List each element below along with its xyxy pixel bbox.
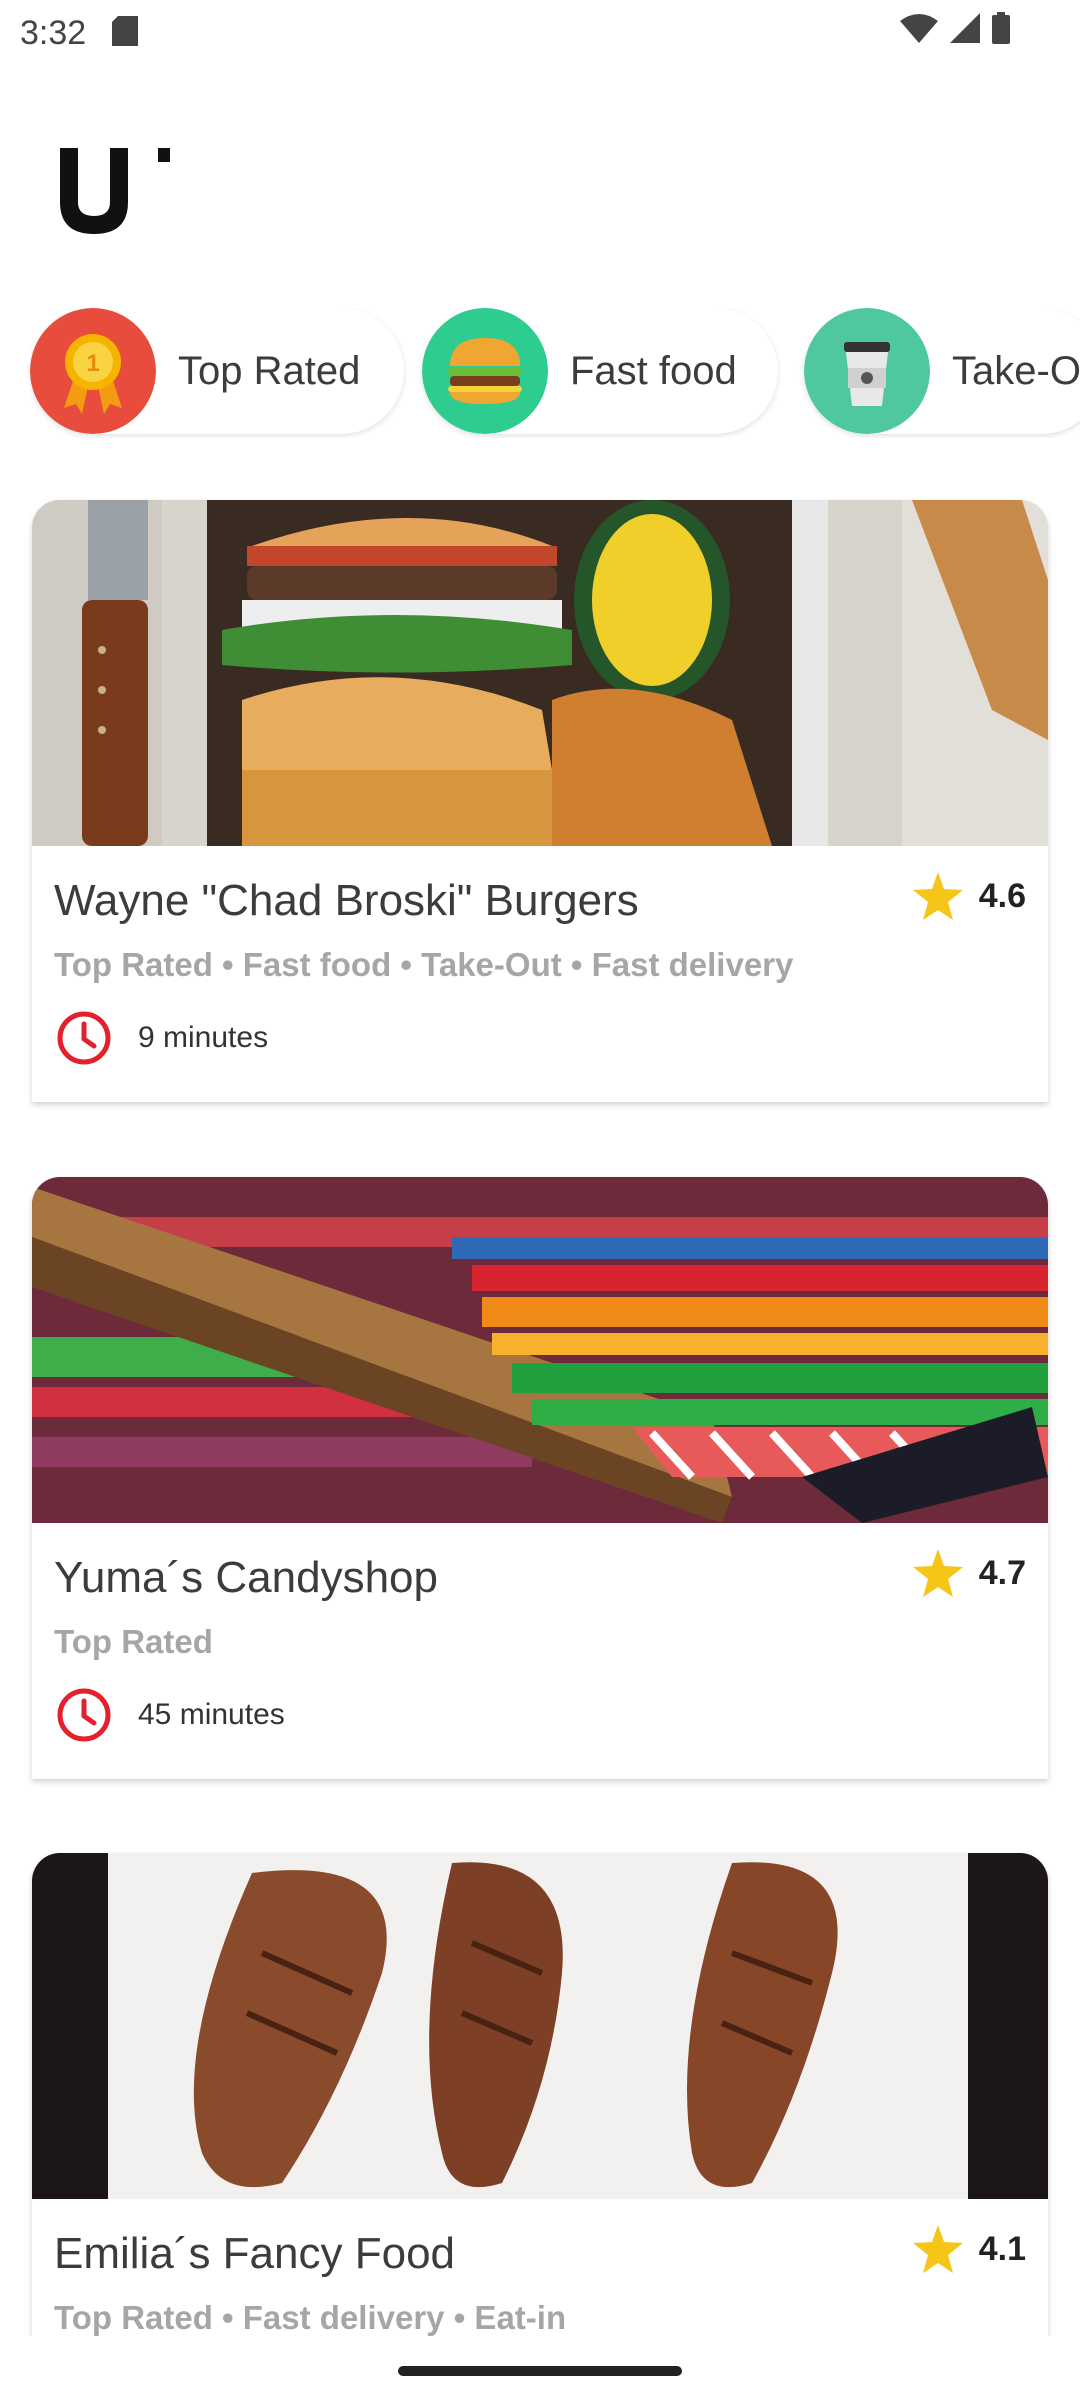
category-chip-label: Fast food (570, 348, 737, 393)
restaurant-tags: Top Rated • Fast delivery • Eat-in (54, 2299, 567, 2336)
restaurant-tags: Top Rated • Fast food • Take-Out • Fast … (54, 946, 794, 983)
rating: 4.7 (912, 1549, 1026, 1597)
coffee-cup-icon (804, 308, 930, 434)
restaurant-image (32, 1177, 1048, 1523)
category-chip-top-rated[interactable]: 1 Top Rated (30, 308, 404, 434)
restaurant-tags: Top Rated (54, 1623, 213, 1660)
restaurant-name: Yuma´s Candyshop (54, 1553, 438, 1602)
clock-icon (57, 1011, 111, 1065)
star-icon (912, 1549, 963, 1597)
delivery-time: 9 minutes (56, 1010, 268, 1066)
sd-card-icon (112, 16, 138, 46)
status-time: 3:32 (20, 14, 87, 52)
rating-value: 4.6 (978, 876, 1026, 915)
category-chips[interactable]: 1 Top Rated Fast food Take-O (30, 308, 1080, 438)
restaurant-name: Wayne "Chad Broski" Burgers (54, 876, 639, 925)
gesture-nav-handle[interactable] (398, 2366, 682, 2376)
restaurant-card[interactable]: Wayne "Chad Broski" Burgers 4.6 Top Rate… (32, 500, 1048, 1102)
restaurant-name: Emilia´s Fancy Food (54, 2229, 456, 2278)
battery-icon (992, 12, 1010, 44)
category-chip-fast-food[interactable]: Fast food (422, 308, 778, 434)
restaurant-card[interactable]: Yuma´s Candyshop 4.7 Top Rated 45 minute… (32, 1177, 1048, 1779)
restaurant-image (32, 500, 1048, 846)
svg-text:1: 1 (86, 350, 99, 377)
rating: 4.6 (912, 872, 1026, 920)
category-chip-label: Take-O (952, 348, 1080, 393)
wifi-icon (900, 14, 938, 43)
rating-value: 4.7 (978, 1553, 1026, 1592)
category-chip-label: Top Rated (178, 348, 361, 393)
status-bar: 3:32 (0, 0, 1080, 64)
restaurant-card[interactable]: Emilia´s Fancy Food 4.1 Top Rated • Fast… (32, 1853, 1048, 2373)
burger-icon (422, 308, 548, 434)
restaurant-image (32, 1853, 1048, 2199)
app-logo (60, 148, 170, 234)
rating: 4.1 (912, 2225, 1026, 2273)
rating-value: 4.1 (978, 2229, 1026, 2268)
clock-icon (57, 1688, 111, 1742)
delivery-time: 45 minutes (56, 1687, 285, 1743)
star-icon (912, 872, 963, 920)
medal-icon: 1 (30, 308, 156, 434)
cell-signal-icon (950, 13, 980, 43)
star-icon (912, 2225, 963, 2273)
category-chip-take-out[interactable]: Take-O (804, 308, 1080, 434)
delivery-time-label: 45 minutes (138, 1698, 285, 1731)
status-icons (900, 12, 1010, 44)
delivery-time-label: 9 minutes (138, 1021, 269, 1054)
